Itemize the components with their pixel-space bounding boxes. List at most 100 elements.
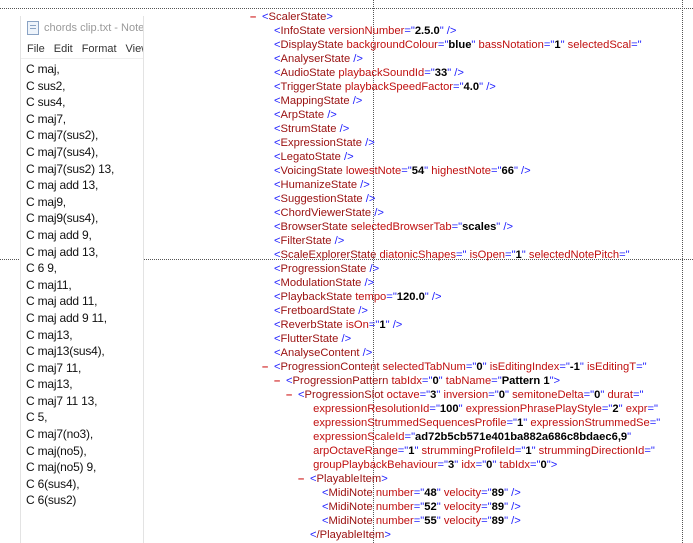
xml-close-bracket: /> (508, 515, 521, 527)
menu-file[interactable]: File (27, 43, 45, 55)
xml-close-bracket: /> (359, 347, 373, 359)
xml-line: <AnalyserState /> (262, 52, 363, 66)
xml-attr-name: isEditingT (586, 361, 637, 373)
xml-attr-equals: =" (490, 165, 502, 177)
xml-close-bracket: /> (331, 235, 345, 247)
xml-attr-equals: =" (413, 515, 425, 527)
collapse-toggle-icon[interactable]: – (286, 388, 298, 402)
xml-close-bracket: > (384, 529, 391, 541)
xml-close-bracket: /> (517, 165, 531, 177)
xml-attr-value: 120.0 (396, 291, 425, 303)
xml-tag-name: AudioState (280, 67, 336, 79)
xml-attr-equals: =" (404, 25, 415, 37)
xml-attr-quote: " (627, 431, 632, 443)
xml-attr-name: tabName (445, 375, 492, 387)
xml-tag-name: ArpState (280, 109, 325, 121)
xml-line: – <PlayableItem> (298, 472, 388, 486)
xml-attr-equals: =" (451, 221, 463, 233)
xml-line: – <ProgressionSlot octave="3" inversion="… (286, 388, 643, 402)
xml-line: expressionScaleId="ad72b5cb571e401ba882a… (298, 430, 631, 444)
xml-line: <MidiNote number="48" velocity="89" /> (310, 486, 521, 500)
notepad-line: C 5, (26, 410, 48, 425)
xml-attr-name: expressionPhrasePlayStyle (465, 403, 602, 415)
xml-close-bracket: /> (357, 179, 370, 191)
xml-attr-name: number (375, 515, 414, 527)
xml-close-bracket: > (553, 375, 561, 387)
xml-attr-name: durat (607, 389, 633, 401)
xml-attr-quote: " (482, 361, 487, 373)
xml-tag-name: ProgressionSlot (304, 389, 384, 401)
xml-line: <FretboardState /> (262, 304, 368, 318)
xml-tag-name: BrowserState (280, 221, 348, 233)
xml-attr-value: 55 (424, 515, 437, 527)
collapse-toggle-icon[interactable]: – (250, 10, 262, 24)
xml-line: <FilterState /> (262, 234, 344, 248)
xml-attr-equals: =" (529, 459, 541, 471)
xml-attr-equals: =" (429, 403, 440, 415)
xml-attr-name: expressionScaleId (313, 431, 405, 443)
xml-line: expressionResolutionId="100" expressionP… (298, 402, 658, 416)
xml-attr-name: expressionStrummedSequencesProfile (313, 417, 507, 429)
xml-attr-equals: =" (437, 39, 449, 51)
notepad-line: C maj add 11, (26, 294, 98, 309)
xml-line: <AudioState playbackSoundId="33" /> (262, 66, 464, 80)
xml-attr-name: highestNote (431, 165, 491, 177)
xml-tag-name: PlaybackState (280, 291, 353, 303)
xml-tag-name: MidiNote (328, 515, 373, 527)
xml-attr-equals: =" (368, 319, 380, 331)
xml-attr-equals: =" (453, 81, 464, 93)
xml-attr-equals: =" (636, 361, 647, 373)
xml-attr-name: isEditingIndex (489, 361, 560, 373)
xml-tag-name: FretboardState (280, 305, 356, 317)
xml-close-bracket: /> (366, 263, 380, 275)
xml-attr-quote: " (560, 39, 565, 51)
collapse-toggle-icon[interactable]: – (262, 360, 274, 374)
xml-attr-equals: =" (514, 445, 526, 457)
xml-tag-name: ModulationState (280, 277, 362, 289)
xml-attr-name: arpOctaveRange (313, 445, 398, 457)
xml-attr-equals: =" (413, 487, 425, 499)
notepad-menubar: File Edit Format View (21, 40, 143, 59)
collapse-toggle-icon[interactable]: – (298, 472, 310, 486)
xml-attr-name: bassNotation (478, 39, 544, 51)
menu-view[interactable]: View (126, 43, 143, 55)
xml-tag-name: MidiNote (328, 501, 373, 513)
xml-attr-equals: =" (475, 459, 487, 471)
notepad-line: C maj7(sus2), (26, 128, 99, 143)
menu-format[interactable]: Format (82, 43, 117, 55)
xml-tag-name: TriggerState (280, 81, 342, 93)
xml-line: <MidiNote number="52" velocity="89" /> (310, 500, 521, 514)
xml-tag-name: /PlayableItem (316, 529, 385, 541)
xml-attr-name: inversion (443, 389, 489, 401)
notepad-line: C 6(sus4), (26, 476, 80, 491)
xml-tag-name: FlutterState (280, 333, 339, 345)
xml-close-bracket: /> (349, 95, 363, 107)
xml-attr-quote: " (531, 445, 536, 457)
notepad-line: C maj(no5), (26, 443, 87, 458)
menu-edit[interactable]: Edit (54, 43, 73, 55)
xml-attr-name: tempo (355, 291, 387, 303)
xml-attr-name: selectedScal (567, 39, 632, 51)
notepad-line: C maj add 13, (26, 178, 99, 193)
xml-close-bracket: /> (500, 221, 514, 233)
notepad-line: C maj7(sus4), (26, 144, 99, 159)
xml-tag-name: ProgressionContent (280, 361, 380, 373)
notepad-line: C maj add 9 11, (26, 310, 107, 325)
xml-attr-equals: =" (437, 459, 449, 471)
xml-line: arpOctaveRange="1" strummingProfileId="1… (298, 444, 655, 458)
xml-attr-equals: =" (601, 403, 613, 415)
xml-attr-equals: =" (419, 389, 431, 401)
notepad-line: C maj add 13, (26, 244, 99, 259)
xml-tag-name: ScaleExplorerState (280, 249, 377, 261)
xml-attr-name: octave (386, 389, 420, 401)
xml-line: <InfoState versionNumber="2.5.0" /> (262, 24, 456, 38)
notepad-text-area[interactable]: C maj, C sus2, C sus4, C maj7, C maj7(sus2),… (21, 59, 143, 509)
xml-tag-name: AnalyserState (280, 53, 351, 65)
xml-line: <ArpState /> (262, 108, 337, 122)
collapse-toggle-icon[interactable]: – (274, 374, 286, 388)
xml-attr-name: velocity (443, 501, 482, 513)
xml-attr-value: 100 (439, 403, 459, 415)
xml-attr-name: groupPlaybackBehaviour (313, 459, 438, 471)
xml-attr-name: isOpen (469, 249, 506, 261)
xml-attr-value: 4.0 (463, 81, 480, 93)
